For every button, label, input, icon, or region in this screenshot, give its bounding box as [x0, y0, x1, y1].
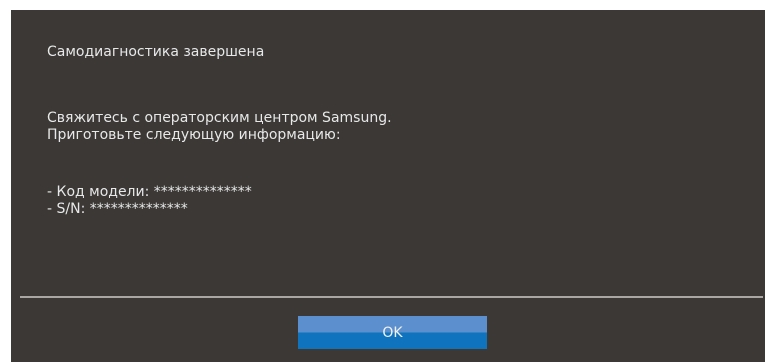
self-diagnosis-dialog: Самодиагностика завершена Свяжитесь с оп…: [11, 10, 765, 362]
ok-button[interactable]: OK: [298, 316, 487, 349]
message-line-contact: Свяжитесь с операторским центром Samsung…: [47, 110, 392, 126]
divider: [20, 296, 763, 298]
dialog-title: Самодиагностика завершена: [47, 44, 265, 60]
device-info: - Код модели: ************** - S/N: ****…: [47, 184, 252, 218]
model-code-line: - Код модели: **************: [47, 184, 252, 200]
message-line-prepare: Приготовьте следующую информацию:: [47, 127, 341, 143]
serial-number-line: - S/N: **************: [47, 201, 188, 217]
contact-message: Свяжитесь с операторским центром Samsung…: [47, 110, 392, 144]
